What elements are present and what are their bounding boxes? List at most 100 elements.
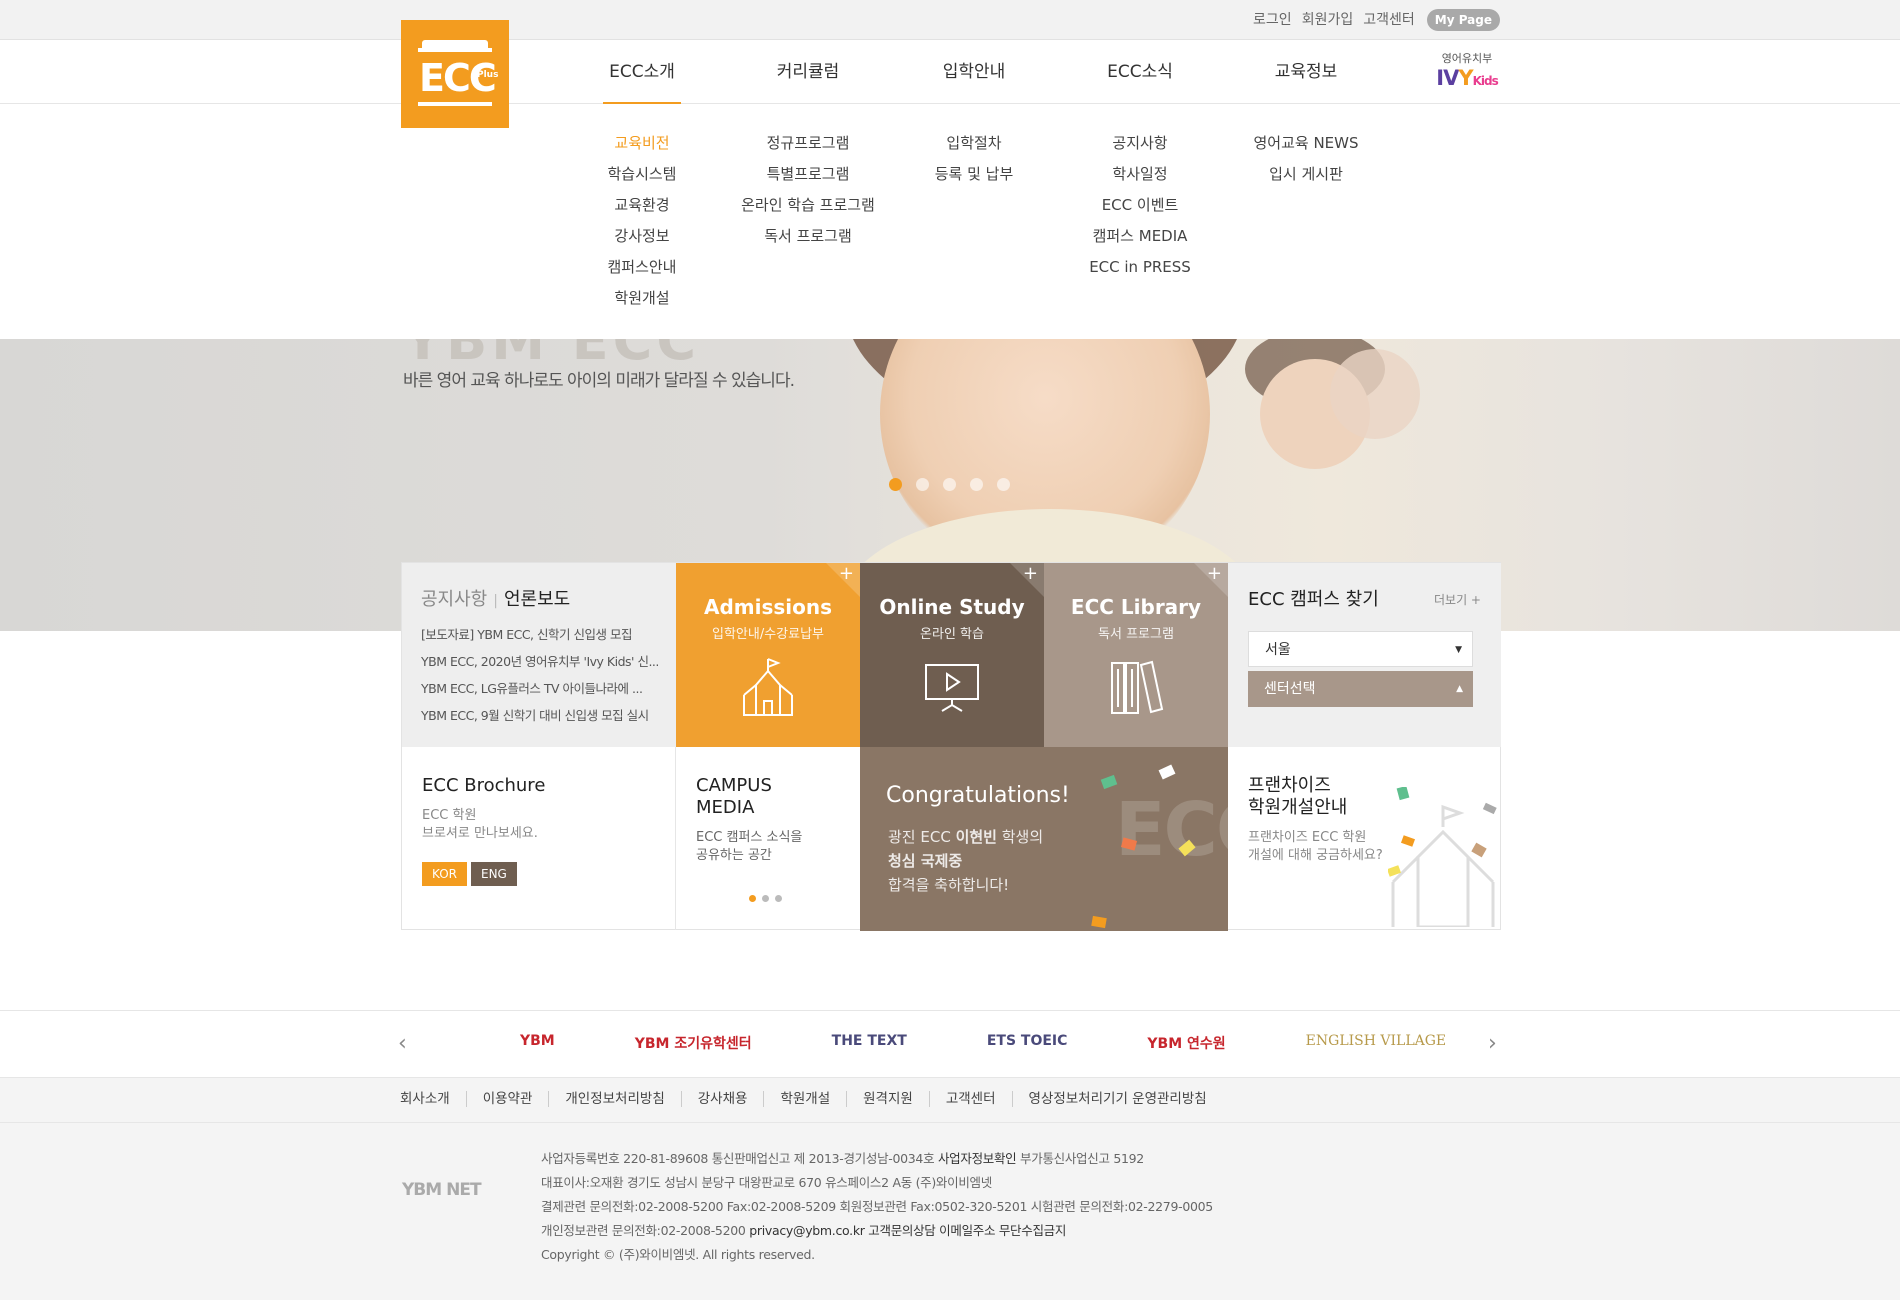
company-info-line: 대표이사:오재환 경기도 성남시 분당구 대왕판교로 670 유스페이스2 A동… (541, 1175, 992, 1190)
ecc-plus-logo[interactable]: ECC Plus (401, 20, 509, 128)
footer-link-privacy[interactable]: 개인정보처리방침 (548, 1091, 680, 1107)
nav-item-curriculum[interactable]: 커리큘럼 (725, 40, 891, 104)
chevron-right-icon[interactable]: › (1488, 1031, 1497, 1056)
list-item[interactable]: YBM ECC, LG유플러스 TV 아이들나라에 ... (421, 675, 661, 702)
footer-info: YBM NET 사업자등록번호 220-81-89608 통신판매업신고 제 2… (0, 1123, 1900, 1300)
campus-finder-title: ECC 캠퍼스 찾기 (1248, 589, 1379, 610)
submenu-item[interactable]: ECC 이벤트 (1057, 190, 1223, 221)
family-site-english-village[interactable]: ENGLISH VILLAGE (1306, 1033, 1446, 1053)
video-screen-icon (925, 664, 979, 712)
plus-icon: + (1022, 563, 1038, 584)
submenu-item[interactable]: 정규프로그램 (725, 128, 891, 159)
footer-links: 회사소개 이용약관 개인정보처리방침 강사채용 학원개설 원격지원 고객센터 영… (0, 1078, 1900, 1123)
admissions-tile[interactable]: + Admissions 입학안내/수강료납부 (676, 563, 860, 747)
main-menu: ECC소개 커리큘럼 입학안내 ECC소식 교육정보 (559, 40, 1389, 104)
ivy-kids-link[interactable]: 영어유치부 IVYKids (1432, 52, 1502, 93)
ecc-library-tile[interactable]: + ECC Library 독서 프로그램 (1044, 563, 1228, 747)
submenu-item[interactable]: 특별프로그램 (725, 159, 891, 190)
brochure-kor-button[interactable]: KOR (422, 862, 467, 886)
list-item[interactable]: YBM ECC, 9월 신학기 대비 신입생 모집 실시 (421, 702, 661, 729)
support-link[interactable]: 고객센터 (1363, 9, 1415, 31)
campus-finder: ECC 캠퍼스 찾기 더보기 + 서울 ▼ 센터선택 ▲ (1228, 563, 1501, 747)
business-info-link[interactable]: 사업자정보확인 (938, 1151, 1017, 1166)
campus-media-card[interactable]: CAMPUS MEDIA ECC 캠퍼스 소식을 공유하는 공간 (676, 747, 860, 930)
company-info: 사업자등록번호 220-81-89608 통신판매업신고 제 2013-경기성남… (541, 1147, 1213, 1267)
brochure-buttons: KOR ENG (422, 862, 521, 886)
center-select[interactable]: 센터선택 ▲ (1248, 671, 1473, 707)
hero-dot[interactable] (997, 478, 1010, 491)
campus-more-link[interactable]: 더보기 + (1434, 591, 1481, 608)
tab-notice[interactable]: 공지사항 (421, 589, 487, 610)
ivy-logo-y: Y (1458, 66, 1473, 90)
login-link[interactable]: 로그인 (1253, 9, 1292, 31)
footer-link-terms[interactable]: 이용약관 (465, 1091, 549, 1107)
footer-link-franchise[interactable]: 학원개설 (763, 1091, 846, 1107)
signup-link[interactable]: 회원가입 (1302, 9, 1354, 31)
plus-icon: + (838, 563, 854, 584)
footer-link-remote[interactable]: 원격지원 (846, 1091, 929, 1107)
family-site-toeic[interactable]: ETS TOEIC (987, 1033, 1068, 1053)
region-select[interactable]: 서울 ▼ (1248, 631, 1473, 667)
submenu-item[interactable]: 학원개설 (559, 283, 725, 314)
center-select-value: 센터선택 (1264, 681, 1316, 697)
tile-subtitle: 입학안내/수강료납부 (711, 627, 825, 642)
notice-board: 공지사항 | 언론보도 [보도자료] YBM ECC, 신학기 신입생 모집 YBM… (402, 563, 676, 747)
submenu-item[interactable]: 영어교육 NEWS (1223, 128, 1389, 159)
footer-link-company[interactable]: 회사소개 (400, 1091, 466, 1107)
hero-dot[interactable] (916, 478, 929, 491)
tile-subtitle: 독서 프로그램 (1098, 627, 1174, 642)
congrats-student: 이현빈 (955, 828, 997, 846)
submenu-item[interactable]: 온라인 학습 프로그램 (725, 190, 891, 221)
submenu-item[interactable]: 입학절차 (891, 128, 1057, 159)
hero-dot-active[interactable] (889, 478, 902, 491)
mypage-button[interactable]: My Page (1426, 9, 1500, 31)
pager-dot-active[interactable] (749, 895, 756, 902)
submenu-item[interactable]: 교육환경 (559, 190, 725, 221)
franchise-card[interactable]: 프랜차이즈 학원개설안내 프랜차이즈 ECC 학원 개설에 대해 궁금하세요? (1228, 747, 1501, 930)
ivy-kids-caption: 영어유치부 (1441, 52, 1493, 65)
online-study-tile[interactable]: + Online Study 온라인 학습 (860, 563, 1044, 747)
nav-item-admission[interactable]: 입학안내 (891, 40, 1057, 104)
submenu-item[interactable]: 입시 게시판 (1223, 159, 1389, 190)
nav-item-about[interactable]: ECC소개 (559, 40, 725, 104)
footer-link-careers[interactable]: 강사채용 (680, 1091, 764, 1107)
hero-dot[interactable] (970, 478, 983, 491)
chevron-left-icon[interactable]: ‹ (398, 1031, 407, 1056)
utility-nav: 로그인 회원가입 고객센터 My Page (1243, 9, 1500, 31)
submenu-item[interactable]: 독서 프로그램 (725, 221, 891, 252)
nav-item-news[interactable]: ECC소식 (1057, 40, 1223, 104)
family-sites-bar: ‹ YBM YBM 조기유학센터 THE TEXT ETS TOEIC YBM … (0, 1010, 1900, 1078)
submenu-item[interactable]: 학사일정 (1057, 159, 1223, 190)
submenu-item[interactable]: 강사정보 (559, 221, 725, 252)
nav-item-education-info[interactable]: 교육정보 (1223, 40, 1389, 104)
list-item[interactable]: [보도자료] YBM ECC, 신학기 신입생 모집 (421, 621, 661, 648)
hero-dot[interactable] (943, 478, 956, 491)
family-site-thetext[interactable]: THE TEXT (832, 1033, 907, 1053)
footer-link-support[interactable]: 고객센터 (928, 1091, 1012, 1107)
congratulations-banner[interactable]: ECC Congratulations! 광진 ECC 이현빈 학생의 청심 국… (860, 747, 1228, 931)
pager-dot[interactable] (775, 895, 782, 902)
submenu-item[interactable]: 공지사항 (1057, 128, 1223, 159)
submenu-item[interactable]: 등록 및 납부 (891, 159, 1057, 190)
submenu-item[interactable]: 캠퍼스안내 (559, 252, 725, 283)
caret-down-icon: ▼ (1455, 645, 1462, 655)
submenu-item[interactable]: 캠퍼스 MEDIA (1057, 221, 1223, 252)
family-site-ybm-training[interactable]: YBM 연수원 (1147, 1033, 1225, 1053)
brochure-title: ECC Brochure (422, 775, 546, 796)
tab-press[interactable]: 언론보도 (504, 589, 570, 610)
submenu-item[interactable]: ECC in PRESS (1057, 252, 1223, 283)
brochure-eng-button[interactable]: ENG (471, 862, 517, 886)
brochure-desc-line: 브로셔로 만나보세요. (422, 826, 538, 841)
submenu-item[interactable]: 교육비전 (559, 128, 725, 159)
footer-link-cctv[interactable]: 영상정보처리기기 운영관리방침 (1011, 1091, 1223, 1107)
family-site-ybm[interactable]: YBM (520, 1033, 555, 1053)
submenu-admission: 입학절차 등록 및 납부 (891, 128, 1057, 190)
family-site-ybm-study-abroad[interactable]: YBM 조기유학센터 (635, 1033, 752, 1053)
logo-base (418, 102, 492, 106)
tile-title: ECC Library (1070, 595, 1202, 619)
franchise-title-line: 프랜차이즈 (1248, 775, 1331, 796)
list-item[interactable]: YBM ECC, 2020년 영어유치부 'Ivy Kids' 신... (421, 648, 661, 675)
submenu-item[interactable]: 학습시스템 (559, 159, 725, 190)
submenu-curriculum: 정규프로그램 특별프로그램 온라인 학습 프로그램 독서 프로그램 (725, 128, 891, 252)
pager-dot[interactable] (762, 895, 769, 902)
